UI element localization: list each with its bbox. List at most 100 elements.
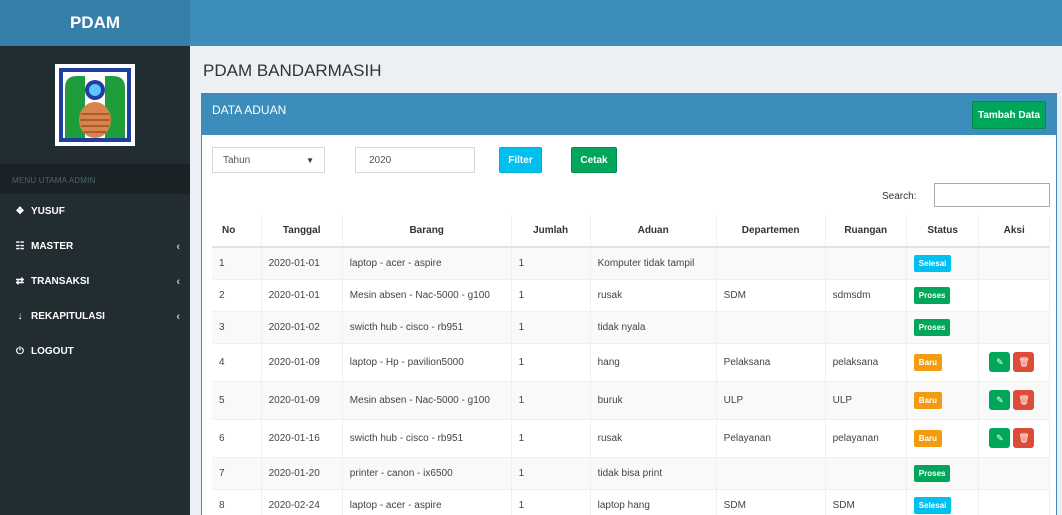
cell-jumlah: 1 [511,310,591,343]
table-row: 1 2020-01-01 laptop - acer - aspire 1 Komput… [212,246,1050,279]
cell-actions [978,488,1050,515]
cell-no: 4 [212,342,262,381]
cell-status: Baru [906,342,980,381]
filter-button[interactable]: Filter [499,147,542,173]
cell-jumlah: 1 [511,342,591,381]
cell-no: 8 [212,488,262,515]
cell-aduan: rusak [590,278,717,311]
table-row: 5 2020-01-09 Mesin absen - Nac-5000 - g100… [212,380,1050,419]
sidebar: MENU UTAMA ADMIN ❖ YUSUF ☷ MASTER ‹ ⇄ TRANSAKS… [0,46,190,515]
column-header-no[interactable]: No [212,215,262,248]
column-header-ruangan[interactable]: Ruangan [825,215,907,248]
cell-jumlah: 1 [511,418,591,457]
sidebar-item-label: LOGOUT [31,346,74,357]
cell-status: Baru [906,380,980,419]
trash-icon: 🗑 [1018,394,1030,405]
cell-aduan: tidak bisa print [590,456,717,489]
year-input[interactable]: 2020 [355,147,475,173]
cell-actions [978,246,1050,279]
cell-jumlah: 1 [511,246,591,279]
cell-barang: laptop - acer - aspire [342,488,512,515]
sidebar-item-rekapitulasi[interactable]: ↓ REKAPITULASI ‹ [0,299,190,334]
table-row: 6 2020-01-16 swicth hub - cisco - rb951 1 ru… [212,418,1050,457]
panel-title: DATA ADUAN [212,103,287,117]
sidebar-item-transaksi[interactable]: ⇄ TRANSAKSI ‹ [0,264,190,299]
print-button[interactable]: Cetak [571,147,617,173]
column-header-aksi[interactable]: Aksi [978,215,1050,248]
sidebar-item-yusuf[interactable]: ❖ YUSUF [0,194,190,229]
cell-aduan: rusak [590,418,717,457]
page-title: PDAM BANDARMASIH [203,61,382,80]
column-header-status[interactable]: Status [906,215,980,248]
cell-barang: swicth hub - cisco - rb951 [342,418,512,457]
aduan-table: No Tanggal Barang Jumlah Aduan Departemen Ruan… [212,215,1050,515]
cell-ruangan: SDM [825,488,907,515]
cell-no: 1 [212,246,262,279]
cell-actions: ✎ 🗑 [978,342,1050,381]
column-header-barang[interactable]: Barang [342,215,512,248]
search-input[interactable] [934,183,1050,207]
panel-header: DATA ADUAN Tambah Data [202,93,1056,135]
cell-ruangan: sdmsdm [825,278,907,311]
cell-barang: Mesin absen - Nac-5000 - g100 [342,278,512,311]
delete-button[interactable]: 🗑 [1013,390,1035,410]
trash-icon: 🗑 [1018,432,1030,443]
cell-status: Selesai [906,488,980,515]
edit-button[interactable]: ✎ [989,428,1011,448]
pencil-icon: ✎ [996,356,1004,367]
cell-status: Proses [906,456,980,489]
status-badge: Baru [913,429,943,447]
pencil-icon: ✎ [996,394,1004,405]
cell-tanggal: 2020-01-01 [261,278,343,311]
year-filter-select-value: Tahun [223,154,251,166]
edit-button[interactable]: ✎ [989,352,1011,372]
home-icon: ❖ [15,206,25,217]
delete-button[interactable]: 🗑 [1013,428,1035,448]
status-badge: Baru [913,391,943,409]
status-badge: Selesai [913,254,952,272]
status-badge: Selesai [913,496,952,514]
dropdown-caret-icon: ▼ [306,155,314,165]
cell-barang: laptop - Hp - pavilion5000 [342,342,512,381]
cell-departemen [716,310,826,343]
chevron-left-icon: ‹ [176,310,180,323]
cell-actions [978,310,1050,343]
cell-aduan: buruk [590,380,717,419]
cell-no: 2 [212,278,262,311]
brand-logo[interactable]: PDAM [0,0,190,46]
cell-no: 5 [212,380,262,419]
delete-button[interactable]: 🗑 [1013,352,1035,372]
cell-departemen [716,456,826,489]
sidebar-item-logout[interactable]: ⏻ LOGOUT [0,334,190,369]
column-header-tanggal[interactable]: Tanggal [261,215,343,248]
sidebar-item-master[interactable]: ☷ MASTER ‹ [0,229,190,264]
status-badge: Baru [913,353,943,371]
cell-departemen [716,246,826,279]
sort-icon: ↓ [17,311,23,322]
cell-departemen: SDM [716,488,826,515]
add-data-button[interactable]: Tambah Data [972,101,1046,129]
column-header-departemen[interactable]: Departemen [716,215,826,248]
cell-jumlah: 1 [511,456,591,489]
column-header-jumlah[interactable]: Jumlah [511,215,591,248]
cell-barang: swicth hub - cisco - rb951 [342,310,512,343]
trash-icon: 🗑 [1018,356,1030,367]
year-filter-select[interactable]: Tahun ▼ [212,147,325,173]
cell-barang: laptop - acer - aspire [342,246,512,279]
cell-jumlah: 1 [511,380,591,419]
sidebar-item-label: TRANSAKSI [31,276,90,287]
top-navbar [190,0,1062,46]
cell-ruangan: ULP [825,380,907,419]
cell-jumlah: 1 [511,488,591,515]
cell-no: 7 [212,456,262,489]
table-body: 1 2020-01-01 laptop - acer - aspire 1 Komput… [212,246,1050,515]
cell-aduan: hang [590,342,717,381]
edit-button[interactable]: ✎ [989,390,1011,410]
chevron-left-icon: ‹ [176,240,180,253]
cell-tanggal: 2020-01-16 [261,418,343,457]
table-row: 8 2020-02-24 laptop - acer - aspire 1 laptop… [212,488,1050,515]
sidebar-item-label: YUSUF [31,206,65,217]
column-header-aduan[interactable]: Aduan [590,215,717,248]
cell-ruangan [825,310,907,343]
sidebar-item-label: REKAPITULASI [31,311,105,322]
